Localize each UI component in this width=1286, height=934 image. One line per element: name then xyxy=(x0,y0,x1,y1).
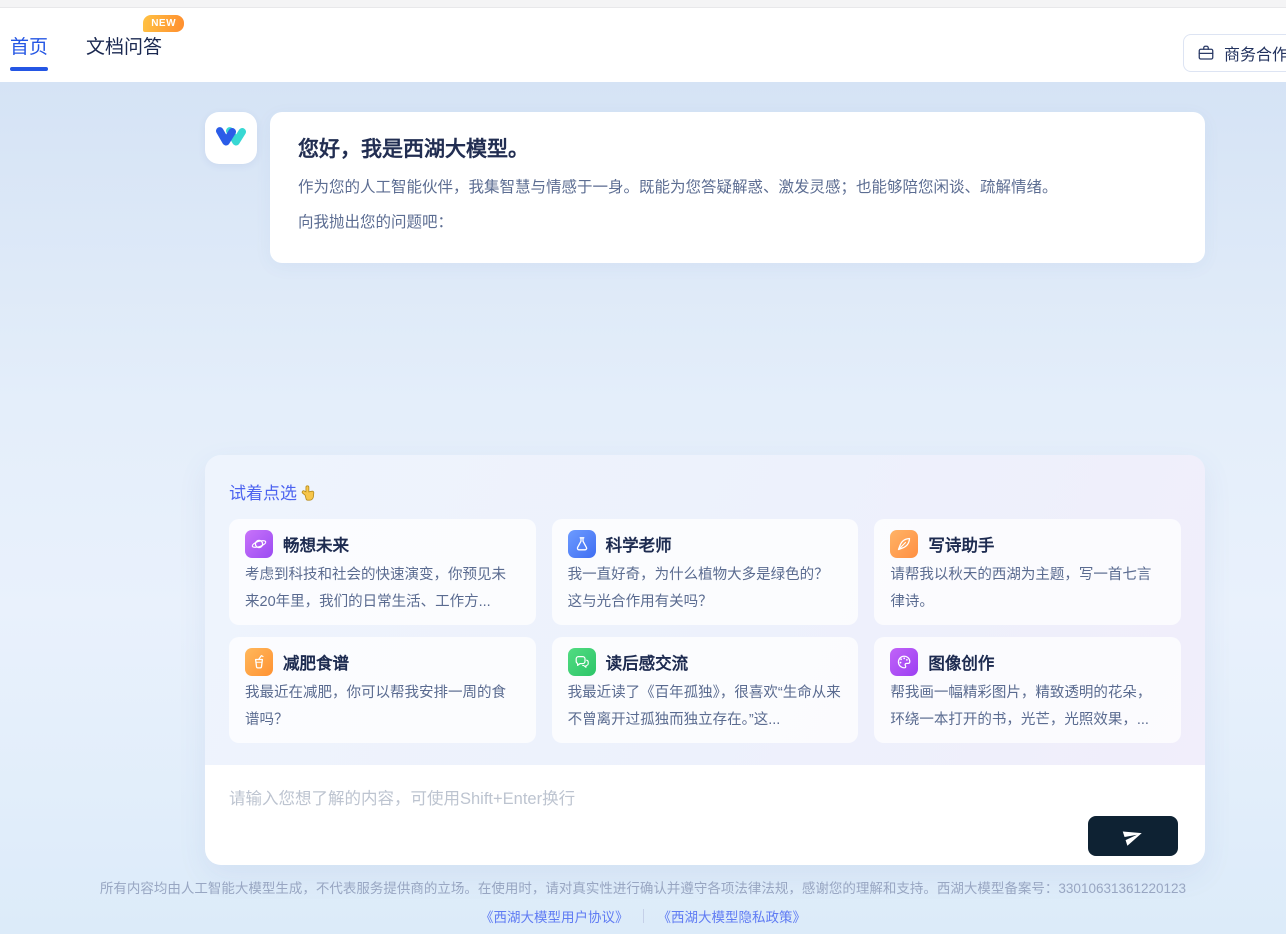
briefcase-icon xyxy=(1197,44,1215,62)
welcome-title: 您好，我是西湖大模型。 xyxy=(298,133,1177,163)
paper-plane-icon xyxy=(1123,826,1143,846)
new-badge: NEW xyxy=(143,15,184,32)
suggestions-heading-label: 试着点选 xyxy=(229,479,297,504)
card-title: 减肥食谱 xyxy=(283,650,349,674)
quill-icon xyxy=(890,530,918,558)
welcome-card: 您好，我是西湖大模型。 作为您的人工智能伙伴，我集智慧与情感于一身。既能为您答疑… xyxy=(270,112,1205,263)
card-desc: 我一直好奇，为什么植物大多是绿色的？这与光合作用有关吗？ xyxy=(568,562,843,616)
links-separator xyxy=(643,909,644,923)
card-title: 科学老师 xyxy=(606,532,672,556)
flask-icon xyxy=(568,530,596,558)
footer-links: 《西湖大模型用户协议》 《西湖大模型隐私政策》 xyxy=(0,906,1286,926)
card-head: 写诗助手 xyxy=(890,530,1165,558)
planet-icon xyxy=(245,530,273,558)
point-down-icon xyxy=(300,484,317,502)
tab-document-qa[interactable]: 文档问答 NEW xyxy=(86,32,162,59)
top-strip xyxy=(0,0,1286,8)
card-desc: 我最近读了《百年孤独》，很喜欢“生命从来不曾离开过孤独而独立存在。”这... xyxy=(568,680,843,734)
welcome-paragraph-1: 作为您的人工智能伙伴，我集智慧与情感于一身。既能为您答疑解惑、激发灵感；也能够陪… xyxy=(298,170,1177,205)
welcome-row: 您好，我是西湖大模型。 作为您的人工智能伙伴，我集智慧与情感于一身。既能为您答疑… xyxy=(205,112,1205,263)
footer: 所有内容均由人工智能大模型生成，不代表服务提供商的立场。在使用时，请对真实性进行… xyxy=(0,877,1286,926)
drink-cup-icon xyxy=(245,648,273,676)
disclaimer-text: 所有内容均由人工智能大模型生成，不代表服务提供商的立场。在使用时，请对真实性进行… xyxy=(0,877,1286,897)
card-desc: 帮我画一幅精彩图片，精致透明的花朵，环绕一本打开的书，光芒，光照效果，... xyxy=(890,680,1165,734)
tab-home[interactable]: 首页 xyxy=(10,32,48,59)
palette-icon xyxy=(890,648,918,676)
nav-tabs: 首页 文档问答 NEW xyxy=(10,32,162,59)
welcome-paragraph-2: 向我抛出您的问题吧： xyxy=(298,205,1177,240)
suggestion-card-book-review[interactable]: 读后感交流 我最近读了《百年孤独》，很喜欢“生命从来不曾离开过孤独而独立存在。”… xyxy=(552,637,859,743)
tab-home-label: 首页 xyxy=(10,37,48,58)
main-column: 您好，我是西湖大模型。 作为您的人工智能伙伴，我集智慧与情感于一身。既能为您答疑… xyxy=(205,112,1205,865)
card-title: 写诗助手 xyxy=(928,532,994,556)
card-title: 畅想未来 xyxy=(283,532,349,556)
privacy-policy-link[interactable]: 《西湖大模型隐私政策》 xyxy=(658,906,807,926)
suggestion-grid: 畅想未来 考虑到科技和社会的快速演变，你预见未来20年里，我们的日常生活、工作方… xyxy=(229,519,1181,743)
card-head: 图像创作 xyxy=(890,648,1165,676)
suggestions-panel: 试着点选 xyxy=(205,455,1205,865)
chat-bubbles-icon xyxy=(568,648,596,676)
card-title: 读后感交流 xyxy=(606,650,689,674)
suggestion-card-image-creation[interactable]: 图像创作 帮我画一幅精彩图片，精致透明的花朵，环绕一本打开的书，光芒，光照效果，… xyxy=(874,637,1181,743)
card-head: 减肥食谱 xyxy=(245,648,520,676)
user-agreement-link[interactable]: 《西湖大模型用户协议》 xyxy=(480,906,629,926)
card-head: 读后感交流 xyxy=(568,648,843,676)
card-desc: 我最近在减肥，你可以帮我安排一周的食谱吗？ xyxy=(245,680,520,734)
business-cooperation-label: 商务合作 xyxy=(1224,41,1286,65)
suggestion-card-science-teacher[interactable]: 科学老师 我一直好奇，为什么植物大多是绿色的？这与光合作用有关吗？ xyxy=(552,519,859,625)
suggestions-area: 试着点选 xyxy=(205,455,1205,765)
suggestions-heading: 试着点选 xyxy=(229,479,1181,504)
suggestion-card-future[interactable]: 畅想未来 考虑到科技和社会的快速演变，你预见未来20年里，我们的日常生活、工作方… xyxy=(229,519,536,625)
card-desc: 考虑到科技和社会的快速演变，你预见未来20年里，我们的日常生活、工作方... xyxy=(245,562,520,616)
card-head: 科学老师 xyxy=(568,530,843,558)
business-cooperation-button[interactable]: 商务合作 xyxy=(1183,34,1286,72)
main-background: 您好，我是西湖大模型。 作为您的人工智能伙伴，我集智慧与情感于一身。既能为您答疑… xyxy=(0,82,1286,934)
westlake-logo xyxy=(205,112,257,164)
suggestion-card-poetry[interactable]: 写诗助手 请帮我以秋天的西湖为主题，写一首七言律诗。 xyxy=(874,519,1181,625)
card-title: 图像创作 xyxy=(928,650,994,674)
header: 首页 文档问答 NEW 商务合作 xyxy=(0,8,1286,82)
card-head: 畅想未来 xyxy=(245,530,520,558)
send-button[interactable] xyxy=(1088,816,1178,856)
composer xyxy=(205,765,1205,865)
tab-document-qa-label: 文档问答 xyxy=(86,37,162,58)
message-input[interactable] xyxy=(205,765,1205,821)
card-desc: 请帮我以秋天的西湖为主题，写一首七言律诗。 xyxy=(890,562,1165,616)
suggestion-card-diet[interactable]: 减肥食谱 我最近在减肥，你可以帮我安排一周的食谱吗？ xyxy=(229,637,536,743)
